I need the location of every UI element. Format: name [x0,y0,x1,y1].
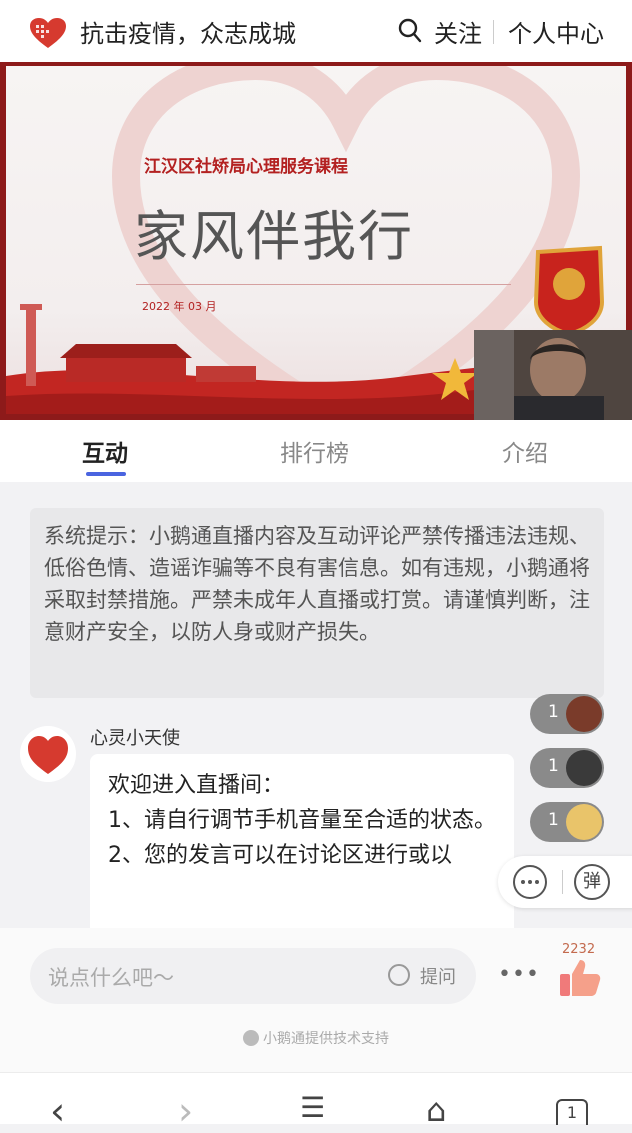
tabs-count-button[interactable]: 1 [556,1099,588,1125]
tab-ranking[interactable]: 排行榜 [280,434,349,468]
search-icon[interactable] [398,18,422,44]
tab-bar: 互动 排行榜 介绍 [0,420,632,482]
divider [562,870,563,894]
message-bubble: 欢迎进入直播间： 1、请自行调节手机音量至合适的状态。 2、您的发言可以在讨论区… [90,754,514,928]
comment-input[interactable]: 说点什么吧～ 提问 [30,948,476,1004]
tab-introduction[interactable]: 介绍 [502,434,548,468]
follow-button[interactable]: 关注 [434,14,482,49]
presenter-video-icon [474,330,632,420]
side-action-popup: 弹 [498,856,632,908]
gift-user-avatar [566,696,602,732]
slide-main-title: 家风伴我行 [134,205,414,268]
comment-icon[interactable] [512,864,548,900]
message-line: 欢迎进入直播间： [108,773,285,798]
forward-button[interactable]: › [178,1089,193,1133]
back-button[interactable]: ‹ [50,1089,65,1133]
menu-button[interactable]: ☰ [300,1091,325,1124]
input-bar: 说点什么吧～ 提问 ••• 2232 小鹅通提供技术支持 [0,928,632,1072]
gift-notification[interactable]: 1 [530,802,604,842]
tech-support-footer: 小鹅通提供技术支持 [0,1028,632,1048]
live-video-player[interactable]: 江汉区社矫局心理服务课程 家风伴我行 2022 年 03 月 [0,62,632,420]
xiaoetong-logo-icon [243,1030,259,1046]
tab-interaction[interactable]: 互动 [82,434,128,468]
comment-placeholder: 说点什么吧～ [48,966,174,990]
gift-count: 1 [548,810,559,830]
active-tab-indicator [86,472,126,476]
gift-user-avatar [566,750,602,786]
message-line: 1、请自行调节手机音量至合适的状态。 [108,808,496,833]
browser-nav-bar: ‹ › ☰ ⌂ 1 [0,1072,632,1133]
avatar [20,726,76,782]
heart-logo-icon [30,18,66,48]
personal-center-button[interactable]: 个人中心 [508,14,604,49]
more-options-button[interactable]: ••• [498,962,540,987]
message-line: 2、您的发言可以在讨论区进行或以 [108,843,452,868]
star-icon [432,358,478,400]
top-bar: 抗击疫情，众志成城 关注 个人中心 [0,0,632,62]
gift-count: 1 [548,756,559,776]
question-toggle-icon[interactable] [388,964,410,986]
message-username: 心灵小天使 [90,728,180,749]
gift-notification[interactable]: 1 [530,748,604,788]
gift-count: 1 [548,702,559,722]
gift-notification[interactable]: 1 [530,694,604,734]
home-button[interactable]: ⌂ [426,1091,446,1129]
system-notice: 系统提示：小鹅通直播内容及互动评论严禁传播违法违规、低俗色情、造谣诈骗等不良有害… [30,508,604,698]
question-label[interactable]: 提问 [420,963,456,989]
danmu-toggle-button[interactable]: 弹 [574,864,610,900]
divider [493,20,494,44]
gift-user-avatar [566,804,602,840]
camera-thumbnail[interactable] [474,330,632,420]
like-count: 2232 [562,942,596,957]
thumbs-up-icon[interactable] [558,958,602,998]
page-title: 抗击疫情，众志成城 [80,20,296,48]
course-title: 江汉区社矫局心理服务课程 [144,157,348,177]
court-badge-icon [533,245,605,336]
divider [136,284,511,285]
